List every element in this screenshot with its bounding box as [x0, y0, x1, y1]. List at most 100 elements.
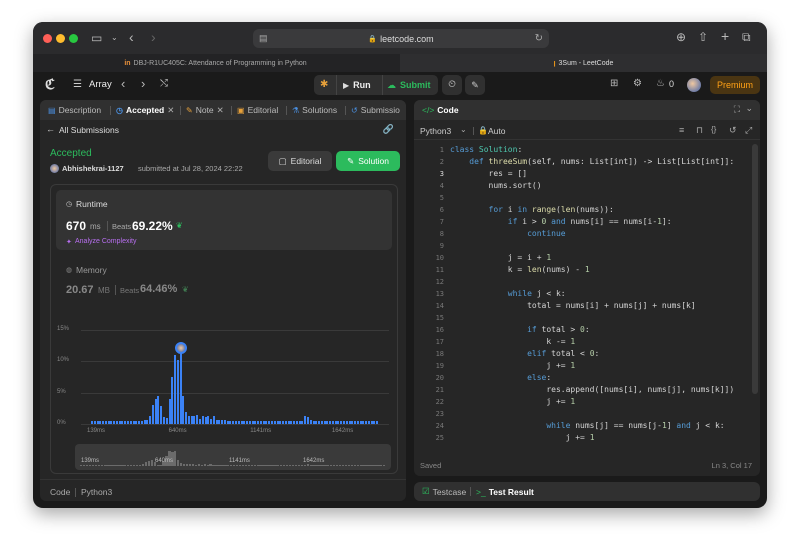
chart-bar[interactable]: [196, 414, 199, 424]
chart-bar[interactable]: [315, 421, 318, 424]
chart-bar[interactable]: [246, 421, 249, 424]
submit-button[interactable]: ☁ Submit: [382, 75, 438, 95]
chart-bar[interactable]: [102, 421, 105, 424]
code-line[interactable]: res.append([nums[i], nums[j], nums[k]]): [450, 384, 734, 396]
reset-icon[interactable]: ↺: [729, 125, 737, 136]
chart-bar[interactable]: [99, 421, 102, 424]
chart-bar[interactable]: [282, 421, 285, 424]
avatar[interactable]: [687, 78, 701, 92]
code-line[interactable]: k -= 1: [450, 336, 575, 348]
chart-bar[interactable]: [290, 421, 293, 424]
autocomplete-mode[interactable]: Auto: [488, 126, 506, 136]
code-line[interactable]: total = nums[i] + nums[j] + nums[k]: [450, 300, 696, 312]
chart-bar[interactable]: [115, 421, 118, 424]
chart-bar[interactable]: [218, 419, 221, 424]
minimize-window-button[interactable]: [56, 34, 65, 43]
chart-bar[interactable]: [135, 421, 138, 424]
chart-bar[interactable]: [110, 421, 113, 424]
timer-icon[interactable]: ⏲: [442, 75, 462, 95]
panel-resize-handle[interactable]: [408, 100, 412, 501]
chart-bar[interactable]: [143, 420, 146, 424]
chart-bar[interactable]: [185, 412, 188, 424]
run-button[interactable]: ▶ Run: [336, 75, 380, 95]
chart-bar[interactable]: [221, 420, 224, 424]
chart-bar[interactable]: [223, 420, 226, 424]
chart-bar[interactable]: [254, 421, 257, 424]
prev-problem-icon[interactable]: ‹: [121, 76, 125, 91]
chart-bar[interactable]: [163, 417, 165, 424]
chart-bar[interactable]: [171, 377, 174, 424]
chart-bar[interactable]: [93, 421, 96, 424]
tab-submissions[interactable]: ↺ Submissio: [351, 100, 400, 120]
chart-bar[interactable]: [365, 421, 368, 424]
close-tab-icon[interactable]: ✕: [217, 105, 224, 116]
fullscreen-icon[interactable]: ⤢: [745, 125, 752, 136]
download-icon[interactable]: ⊕: [676, 31, 686, 43]
close-tab-icon[interactable]: ✕: [167, 105, 174, 116]
chart-bar[interactable]: [199, 418, 201, 424]
chart-bar[interactable]: [298, 421, 301, 424]
reload-icon[interactable]: ↻: [535, 33, 543, 44]
runtime-card[interactable]: ◷ Runtime 670 ms Beats 69.22% ❦ ✦ Analyz…: [56, 190, 392, 250]
chart-bar[interactable]: [204, 417, 207, 424]
code-line[interactable]: j += 1: [450, 432, 595, 444]
collapse-icon[interactable]: ⌄: [745, 103, 753, 114]
chart-bar[interactable]: [201, 415, 204, 424]
chart-bar[interactable]: [179, 351, 182, 424]
chart-bar[interactable]: [337, 421, 340, 424]
code-line[interactable]: for i in range(len(nums)):: [450, 204, 614, 216]
code-line[interactable]: def threeSum(self, nums: List[int]) -> L…: [450, 156, 734, 168]
chart-bar[interactable]: [279, 421, 282, 424]
sidebar-icon[interactable]: ▭: [91, 32, 102, 44]
chart-bar[interactable]: [91, 421, 93, 424]
chart-bar[interactable]: [273, 421, 276, 424]
chart-bar[interactable]: [165, 418, 168, 424]
chart-bar[interactable]: [340, 421, 343, 424]
close-window-button[interactable]: [43, 34, 52, 43]
chart-bar[interactable]: [262, 421, 265, 424]
chart-bar[interactable]: [268, 421, 271, 424]
leetcode-logo-icon[interactable]: ℭ: [45, 76, 55, 93]
code-line[interactable]: elif total < 0:: [450, 348, 599, 360]
format-icon[interactable]: ≡: [679, 125, 684, 135]
chart-bar[interactable]: [284, 421, 287, 424]
tab-code[interactable]: </> Code: [422, 100, 459, 120]
tab-accepted[interactable]: ◷ Accepted ✕: [116, 100, 174, 120]
chart-bar[interactable]: [251, 421, 254, 424]
debug-icon[interactable]: ✱: [320, 79, 328, 90]
tab-description[interactable]: ▤ Description: [48, 100, 101, 120]
zoom-window-button[interactable]: [69, 34, 78, 43]
code-line[interactable]: k = len(nums) - 1: [450, 264, 590, 276]
editor-scrollbar[interactable]: [752, 144, 758, 394]
code-line[interactable]: nums.sort(): [450, 180, 542, 192]
chart-bar[interactable]: [329, 421, 332, 424]
chart-bar[interactable]: [210, 418, 213, 424]
address-bar[interactable]: ▤ 🔒 leetcode.com ↻: [253, 29, 549, 48]
chart-bar[interactable]: [318, 421, 321, 424]
back-arrow-icon[interactable]: ←: [46, 124, 55, 134]
tab-overview-icon[interactable]: ⧉: [742, 31, 751, 43]
chart-bar[interactable]: [320, 421, 323, 424]
tab-solutions[interactable]: ⚗ Solutions: [292, 100, 337, 120]
chart-bar[interactable]: [312, 421, 315, 424]
solution-button[interactable]: ✎ Solution: [336, 151, 400, 171]
browser-tab-attendance[interactable]: in DBJ-R1UC405C: Attendance of Programmi…: [33, 54, 398, 72]
chart-bar[interactable]: [207, 415, 210, 424]
code-line[interactable]: j = i + 1: [450, 252, 551, 264]
chart-bar[interactable]: [276, 421, 279, 424]
username[interactable]: Abhishekrai-1127: [62, 164, 124, 173]
code-line[interactable]: continue: [450, 228, 566, 240]
code-line[interactable]: if total > 0:: [450, 324, 590, 336]
memory-card[interactable]: ◍ Memory 20.67 MB Beats 64.46% ❦: [56, 260, 256, 300]
code-line[interactable]: class Solution:: [450, 144, 522, 156]
chart-bar[interactable]: [323, 421, 326, 424]
chart-bar[interactable]: [362, 421, 365, 424]
chart-bar[interactable]: [193, 416, 196, 424]
chart-bar[interactable]: [376, 421, 379, 424]
chart-bar[interactable]: [287, 421, 290, 424]
forward-icon[interactable]: ›: [151, 30, 156, 44]
chart-bar[interactable]: [154, 398, 157, 424]
chart-bar[interactable]: [354, 421, 357, 424]
chart-bar[interactable]: [107, 421, 110, 424]
chart-bar[interactable]: [307, 417, 309, 424]
